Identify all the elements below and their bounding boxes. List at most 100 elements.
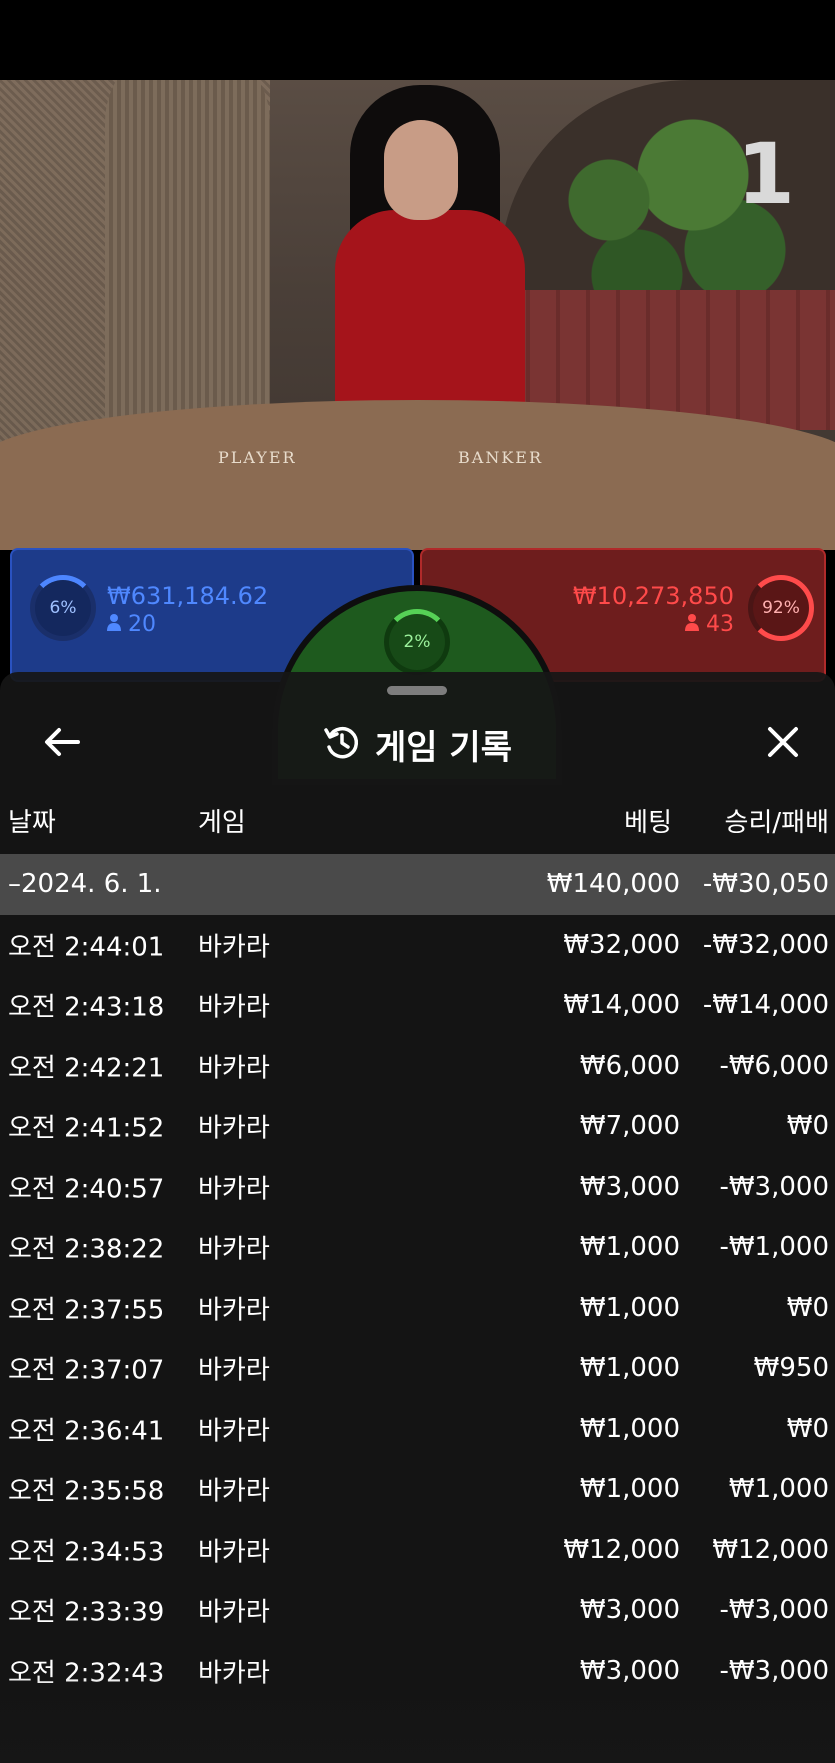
row-game: 바카라: [198, 992, 270, 1023]
date-summary-row[interactable]: –2024. 6. 1. ₩140,000 -₩30,050: [0, 854, 835, 915]
row-result: -₩3,000: [719, 1655, 829, 1686]
history-row[interactable]: 오전 2:32:43 바카라 ₩3,000 -₩3,000: [0, 1641, 835, 1702]
player-percent: 6%: [49, 598, 77, 618]
row-bet: ₩3,000: [579, 1655, 680, 1686]
row-result: ₩1,000: [728, 1474, 829, 1505]
row-result: ₩12,000: [712, 1534, 829, 1565]
banker-percent-ring: 92%: [748, 575, 814, 641]
sheet-header: 게임 기록: [0, 720, 835, 769]
row-game: 바카라: [198, 1658, 270, 1689]
round-number: 1: [736, 125, 795, 223]
row-game: 바카라: [198, 1234, 270, 1265]
row-time: 오전 2:42:21: [8, 1053, 165, 1084]
row-time: 오전 2:44:01: [8, 932, 165, 963]
row-result: ₩0: [786, 1111, 829, 1142]
person-icon: [107, 612, 128, 637]
row-result: ₩0: [786, 1292, 829, 1323]
player-count-value: 20: [128, 612, 156, 637]
row-bet: ₩1,000: [579, 1353, 680, 1384]
live-video: PLAYER BANKER 1: [0, 80, 835, 550]
history-row[interactable]: 오전 2:37:55 바카라 ₩1,000 ₩0: [0, 1278, 835, 1339]
history-row[interactable]: 오전 2:42:21 바카라 ₩6,000 -₩6,000: [0, 1036, 835, 1097]
row-result: -₩6,000: [719, 1050, 829, 1081]
baccarat-table: [0, 400, 835, 550]
status-bar: [0, 0, 835, 80]
wall-arch: [105, 80, 270, 460]
history-row[interactable]: 오전 2:38:22 바카라 ₩1,000 -₩1,000: [0, 1217, 835, 1278]
drag-handle[interactable]: [387, 686, 447, 695]
row-time: 오전 2:34:53: [8, 1537, 165, 1568]
column-header-result: 승리/패배: [724, 808, 829, 838]
row-time: 오전 2:35:58: [8, 1476, 165, 1507]
row-time: 오전 2:32:43: [8, 1658, 165, 1689]
banker-percent: 92%: [762, 598, 800, 618]
column-header-game: 게임: [198, 808, 246, 838]
row-game: 바카라: [198, 1053, 270, 1084]
row-game: 바카라: [198, 1416, 270, 1447]
history-row[interactable]: 오전 2:40:57 바카라 ₩3,000 -₩3,000: [0, 1157, 835, 1218]
row-time: 오전 2:40:57: [8, 1174, 165, 1205]
history-row[interactable]: 오전 2:36:41 바카라 ₩1,000 ₩0: [0, 1399, 835, 1460]
history-list: –2024. 6. 1. ₩140,000 -₩30,050 오전 2:44:0…: [0, 854, 835, 1701]
row-bet: ₩1,000: [579, 1232, 680, 1263]
row-game: 바카라: [198, 1597, 270, 1628]
row-time: 오전 2:33:39: [8, 1597, 165, 1628]
row-time: 오전 2:37:07: [8, 1355, 165, 1386]
person-icon: [685, 612, 706, 637]
row-bet: ₩12,000: [563, 1534, 680, 1565]
row-result: -₩1,000: [719, 1232, 829, 1263]
row-game: 바카라: [198, 1537, 270, 1568]
history-row[interactable]: 오전 2:34:53 바카라 ₩12,000 ₩12,000: [0, 1520, 835, 1581]
player-bet-amount: ₩631,184.62: [107, 582, 269, 610]
column-header-date: 날짜: [8, 808, 56, 838]
row-time: 오전 2:43:18: [8, 992, 165, 1023]
banker-count-value: 43: [706, 612, 734, 637]
row-game: 바카라: [198, 1113, 270, 1144]
row-bet: ₩7,000: [579, 1111, 680, 1142]
row-bet: ₩1,000: [579, 1292, 680, 1323]
history-row[interactable]: 오전 2:44:01 바카라 ₩32,000 -₩32,000: [0, 915, 835, 976]
summary-date: –2024. 6. 1.: [8, 869, 162, 900]
row-time: 오전 2:36:41: [8, 1416, 165, 1447]
row-game: 바카라: [198, 1476, 270, 1507]
banker-count: 43: [685, 612, 734, 637]
sheet-title: 게임 기록: [375, 728, 512, 768]
player-percent-ring: 6%: [30, 575, 96, 641]
row-result: -₩14,000: [702, 990, 829, 1021]
close-button[interactable]: [761, 722, 805, 766]
row-result: -₩3,000: [719, 1595, 829, 1626]
tie-percent: 2%: [403, 632, 431, 652]
row-bet: ₩1,000: [579, 1474, 680, 1505]
row-result: -₩3,000: [719, 1171, 829, 1202]
row-game: 바카라: [198, 1355, 270, 1386]
history-row[interactable]: 오전 2:35:58 바카라 ₩1,000 ₩1,000: [0, 1459, 835, 1520]
row-game: 바카라: [198, 1174, 270, 1205]
row-result: ₩950: [753, 1353, 829, 1384]
row-bet: ₩14,000: [563, 990, 680, 1021]
row-bet: ₩32,000: [563, 929, 680, 960]
history-row[interactable]: 오전 2:43:18 바카라 ₩14,000 -₩14,000: [0, 975, 835, 1036]
row-time: 오전 2:41:52: [8, 1113, 165, 1144]
history-clock-icon: [323, 724, 361, 766]
game-history-sheet: 게임 기록 날짜 게임 베팅 승리/패배 –2024. 6. 1. ₩140,0…: [0, 672, 835, 1763]
history-row[interactable]: 오전 2:33:39 바카라 ₩3,000 -₩3,000: [0, 1580, 835, 1641]
row-result: ₩0: [786, 1413, 829, 1444]
row-time: 오전 2:37:55: [8, 1295, 165, 1326]
player-count: 20: [107, 612, 156, 637]
history-row[interactable]: 오전 2:41:52 바카라 ₩7,000 ₩0: [0, 1096, 835, 1157]
row-bet: ₩6,000: [579, 1050, 680, 1081]
row-game: 바카라: [198, 1295, 270, 1326]
row-result: -₩32,000: [702, 929, 829, 960]
row-bet: ₩3,000: [579, 1171, 680, 1202]
column-header-bet: 베팅: [624, 808, 672, 838]
dealer-face: [384, 120, 458, 220]
close-icon: [767, 726, 799, 762]
row-bet: ₩3,000: [579, 1595, 680, 1626]
history-row[interactable]: 오전 2:37:07 바카라 ₩1,000 ₩950: [0, 1338, 835, 1399]
row-bet: ₩1,000: [579, 1413, 680, 1444]
table-label-player: PLAYER: [218, 448, 297, 467]
table-label-banker: BANKER: [458, 448, 543, 467]
summary-result: -₩30,050: [702, 869, 829, 900]
summary-bet: ₩140,000: [546, 869, 680, 900]
tie-percent-ring: 2%: [384, 609, 450, 675]
